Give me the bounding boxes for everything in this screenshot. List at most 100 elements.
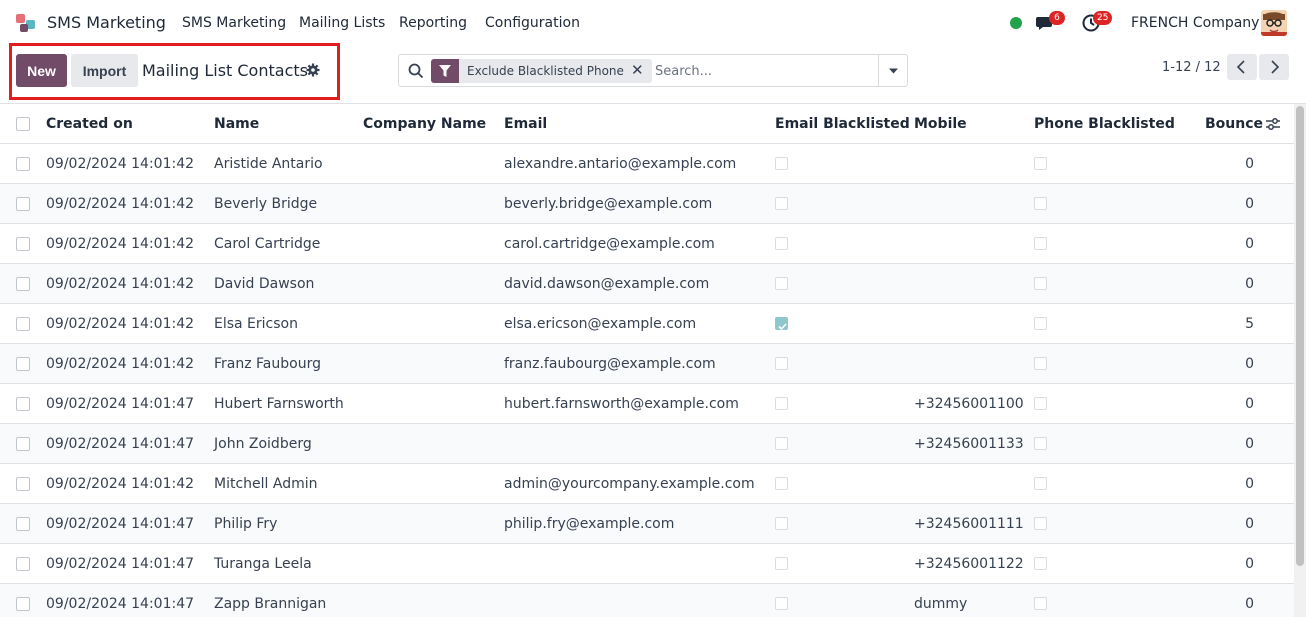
activity-badge: 25: [1093, 11, 1113, 25]
cell-name: Beverly Bridge: [214, 196, 318, 212]
cell-name: David Dawson: [214, 276, 315, 292]
column-header-email[interactable]: Email: [504, 116, 547, 132]
chevron-left-icon: [1236, 60, 1245, 74]
cell-bounce: 0: [1245, 396, 1254, 412]
email-blacklisted-checkbox: [775, 597, 788, 610]
row-select-checkbox[interactable]: [16, 157, 30, 171]
column-header-email-blacklisted[interactable]: Email Blacklisted: [775, 116, 910, 132]
email-blacklisted-checkbox: [775, 397, 788, 410]
cell-name: Franz Faubourg: [214, 356, 321, 372]
cell-mobile: +32456001133: [914, 436, 1024, 452]
row-select-checkbox[interactable]: [16, 197, 30, 211]
table-row[interactable]: 09/02/2024 14:01:47 Turanga Leela +3245600…: [0, 544, 1294, 584]
search-input[interactable]: [655, 60, 875, 82]
cell-name: Mitchell Admin: [214, 476, 318, 492]
table-row[interactable]: 09/02/2024 14:01:42 Franz Faubourg franz.f…: [0, 344, 1294, 384]
email-blacklisted-checkbox: [775, 157, 788, 170]
cell-created-on: 09/02/2024 14:01:42: [46, 316, 195, 332]
row-select-checkbox[interactable]: [16, 357, 30, 371]
pager-previous-button[interactable]: [1227, 54, 1257, 80]
phone-blacklisted-checkbox: [1034, 477, 1047, 490]
cell-name: John Zoidberg: [214, 436, 312, 452]
row-select-checkbox[interactable]: [16, 477, 30, 491]
menu-configuration[interactable]: Configuration: [485, 15, 580, 31]
cell-email: franz.faubourg@example.com: [504, 356, 716, 372]
row-select-checkbox[interactable]: [16, 437, 30, 451]
optional-columns-icon[interactable]: [1265, 117, 1281, 131]
menu-sms-marketing[interactable]: SMS Marketing: [182, 15, 286, 31]
search-options-toggle[interactable]: [879, 55, 908, 86]
column-header-name[interactable]: Name: [214, 116, 259, 132]
table-row[interactable]: 09/02/2024 14:01:47 Zapp Brannigan dummy 0: [0, 584, 1294, 617]
row-select-checkbox[interactable]: [16, 317, 30, 331]
cell-bounce: 0: [1245, 516, 1254, 532]
search-icon[interactable]: [408, 63, 424, 79]
column-header-company-name[interactable]: Company Name: [363, 116, 486, 132]
table-row[interactable]: 09/02/2024 14:01:42 David Dawson david.daw…: [0, 264, 1294, 304]
row-select-checkbox[interactable]: [16, 397, 30, 411]
phone-blacklisted-checkbox: [1034, 397, 1047, 410]
table-row[interactable]: 09/02/2024 14:01:42 Elsa Ericson elsa.eric…: [0, 304, 1294, 344]
cell-created-on: 09/02/2024 14:01:47: [46, 436, 195, 452]
new-button[interactable]: New: [16, 54, 67, 87]
table-row[interactable]: 09/02/2024 14:01:47 John Zoidberg +3245600…: [0, 424, 1294, 464]
row-select-checkbox[interactable]: [16, 557, 30, 571]
cell-name: Carol Cartridge: [214, 236, 321, 252]
filter-facet: Exclude Blacklisted Phone ✕: [431, 59, 652, 83]
column-header-bounce[interactable]: Bounce: [1205, 116, 1263, 132]
pager-value[interactable]: 1-12 / 12: [1162, 60, 1221, 75]
scrollbar-thumb[interactable]: [1296, 106, 1304, 566]
table-row[interactable]: 09/02/2024 14:01:42 Carol Cartridge carol.…: [0, 224, 1294, 264]
menu-reporting[interactable]: Reporting: [399, 15, 467, 31]
page-title: Mailing List Contacts: [142, 61, 308, 80]
cell-email: hubert.farnsworth@example.com: [504, 396, 739, 412]
column-header-created-on[interactable]: Created on: [46, 116, 133, 132]
row-select-checkbox[interactable]: [16, 277, 30, 291]
menu-mailing-lists[interactable]: Mailing Lists: [299, 15, 385, 31]
cell-created-on: 09/02/2024 14:01:47: [46, 596, 195, 612]
row-select-checkbox[interactable]: [16, 517, 30, 531]
cell-name: Philip Fry: [214, 516, 278, 532]
cell-name: Aristide Antario: [214, 156, 323, 172]
cell-bounce: 0: [1245, 356, 1254, 372]
email-blacklisted-checkbox: [775, 197, 788, 210]
table-row[interactable]: 09/02/2024 14:01:42 Mitchell Admin admin@y…: [0, 464, 1294, 504]
table-row[interactable]: 09/02/2024 14:01:42 Aristide Antario alexa…: [0, 144, 1294, 184]
phone-blacklisted-checkbox: [1034, 157, 1047, 170]
user-avatar[interactable]: [1261, 10, 1287, 36]
cell-created-on: 09/02/2024 14:01:47: [46, 556, 195, 572]
cell-bounce: 0: [1245, 236, 1254, 252]
app-name[interactable]: SMS Marketing: [47, 13, 166, 32]
select-all-checkbox[interactable]: [16, 117, 30, 131]
app-logo-icon[interactable]: [15, 12, 37, 34]
column-header-phone-blacklisted[interactable]: Phone Blacklisted: [1034, 116, 1175, 132]
cell-email: philip.fry@example.com: [504, 516, 675, 532]
cell-email: carol.cartridge@example.com: [504, 236, 715, 252]
cell-bounce: 0: [1245, 436, 1254, 452]
close-icon[interactable]: ✕: [631, 61, 644, 79]
table-row[interactable]: 09/02/2024 14:01:47 Hubert Farnsworth hube…: [0, 384, 1294, 424]
pager-next-button[interactable]: [1259, 54, 1289, 80]
email-blacklisted-checkbox: [775, 317, 788, 331]
cell-mobile: +32456001100: [914, 396, 1024, 412]
row-select-checkbox[interactable]: [16, 597, 30, 611]
email-blacklisted-checkbox: [775, 437, 788, 450]
vertical-scrollbar[interactable]: [1294, 104, 1306, 617]
phone-blacklisted-checkbox: [1034, 277, 1047, 290]
cell-email: elsa.ericson@example.com: [504, 316, 697, 332]
column-header-mobile[interactable]: Mobile: [914, 116, 967, 132]
row-select-checkbox[interactable]: [16, 237, 30, 251]
phone-blacklisted-checkbox: [1034, 357, 1047, 370]
phone-blacklisted-checkbox: [1034, 237, 1047, 250]
cell-mobile: +32456001111: [914, 516, 1024, 532]
facet-label: Exclude Blacklisted Phone: [467, 64, 624, 78]
cell-created-on: 09/02/2024 14:01:42: [46, 156, 195, 172]
table-row[interactable]: 09/02/2024 14:01:42 Beverly Bridge beverly…: [0, 184, 1294, 224]
phone-blacklisted-checkbox: [1034, 517, 1047, 530]
company-switcher[interactable]: FRENCH Company: [1131, 15, 1259, 31]
table-row[interactable]: 09/02/2024 14:01:47 Philip Fry philip.fry@…: [0, 504, 1294, 544]
cell-name: Zapp Brannigan: [214, 596, 327, 612]
import-button[interactable]: Import: [71, 54, 138, 87]
gear-icon[interactable]: [306, 63, 320, 77]
cell-name: Hubert Farnsworth: [214, 396, 344, 412]
